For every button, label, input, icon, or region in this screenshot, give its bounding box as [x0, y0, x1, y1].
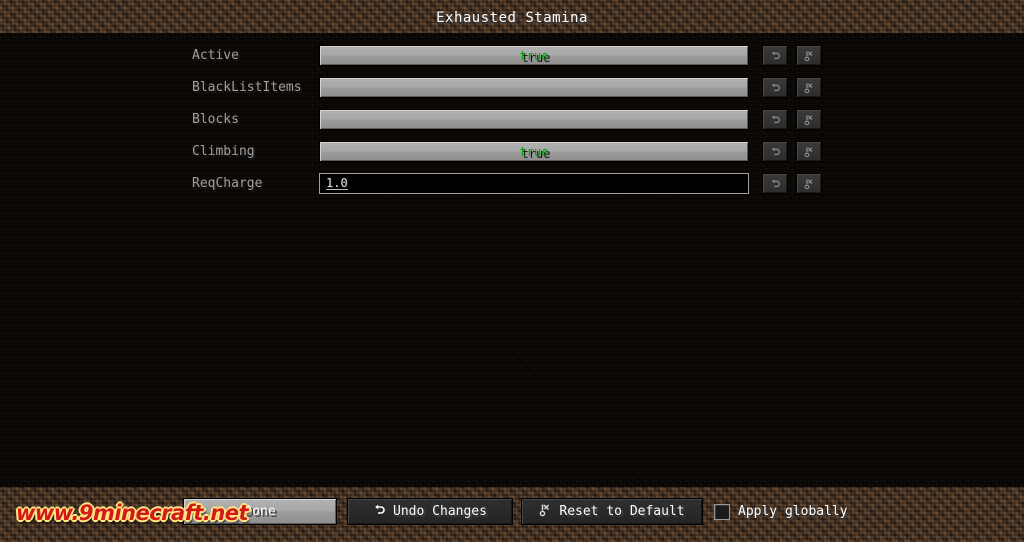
apply-globally-checkbox[interactable] — [714, 503, 730, 520]
option-undo-button[interactable] — [762, 109, 788, 130]
option-value-text: true — [519, 48, 549, 63]
undo-arrow-icon — [770, 114, 781, 125]
option-value-text: true — [519, 144, 549, 159]
option-undo-button[interactable] — [762, 141, 788, 162]
option-row: ReqCharge 1.0 — [0, 173, 1024, 205]
undo-changes-label: Undo Changes — [393, 504, 487, 519]
undo-arrow-icon — [373, 503, 386, 520]
undo-arrow-icon — [770, 146, 781, 157]
option-row: Climbing true — [0, 141, 1024, 173]
undo-arrow-icon — [770, 50, 781, 61]
option-undo-button[interactable] — [762, 173, 788, 194]
option-value-input[interactable]: 1.0 — [319, 173, 749, 194]
reset-default-icon — [804, 146, 815, 158]
option-row: BlackListItems — [0, 77, 1024, 109]
option-reset-button[interactable] — [796, 45, 822, 66]
reset-default-icon — [804, 50, 815, 62]
undo-arrow-icon — [770, 178, 781, 189]
undo-changes-button[interactable]: Undo Changes — [347, 498, 513, 525]
option-label: Climbing — [192, 144, 255, 159]
option-label: BlackListItems — [192, 80, 302, 95]
option-undo-button[interactable] — [762, 77, 788, 98]
apply-globally-label: Apply globally — [738, 504, 848, 519]
minecraft-config-screen: Exhausted Stamina Active true BlackListIte… — [0, 0, 1024, 542]
reset-default-icon — [804, 82, 815, 94]
reset-default-icon — [804, 178, 815, 190]
reset-to-default-label: Reset to Default — [559, 504, 685, 519]
reset-to-default-button[interactable]: Reset to Default — [521, 498, 703, 525]
page-title: Exhausted Stamina — [436, 10, 588, 26]
option-value-button[interactable] — [319, 77, 749, 98]
reset-default-icon — [539, 503, 552, 521]
option-reset-button[interactable] — [796, 173, 822, 194]
option-value-button[interactable] — [319, 109, 749, 130]
option-value-text: 1.0 — [326, 176, 348, 190]
option-label: Active — [192, 48, 239, 63]
apply-globally-checkbox-row[interactable]: Apply globally — [714, 498, 848, 525]
option-row: Blocks — [0, 109, 1024, 141]
done-button[interactable]: Done — [183, 498, 337, 525]
undo-arrow-icon — [770, 82, 781, 93]
option-row: Active true — [0, 45, 1024, 77]
options-list: Active true BlackListItems Blocks Climbing tr… — [0, 45, 1024, 205]
option-reset-button[interactable] — [796, 109, 822, 130]
option-value-button[interactable]: true — [319, 141, 749, 162]
option-value-button[interactable]: true — [319, 45, 749, 66]
done-button-label: Done — [244, 504, 276, 519]
option-label: Blocks — [192, 112, 239, 127]
option-undo-button[interactable] — [762, 45, 788, 66]
option-label: ReqCharge — [192, 176, 263, 191]
header-divider — [0, 33, 1024, 35]
option-reset-button[interactable] — [796, 141, 822, 162]
reset-default-icon — [804, 114, 815, 126]
option-reset-button[interactable] — [796, 77, 822, 98]
